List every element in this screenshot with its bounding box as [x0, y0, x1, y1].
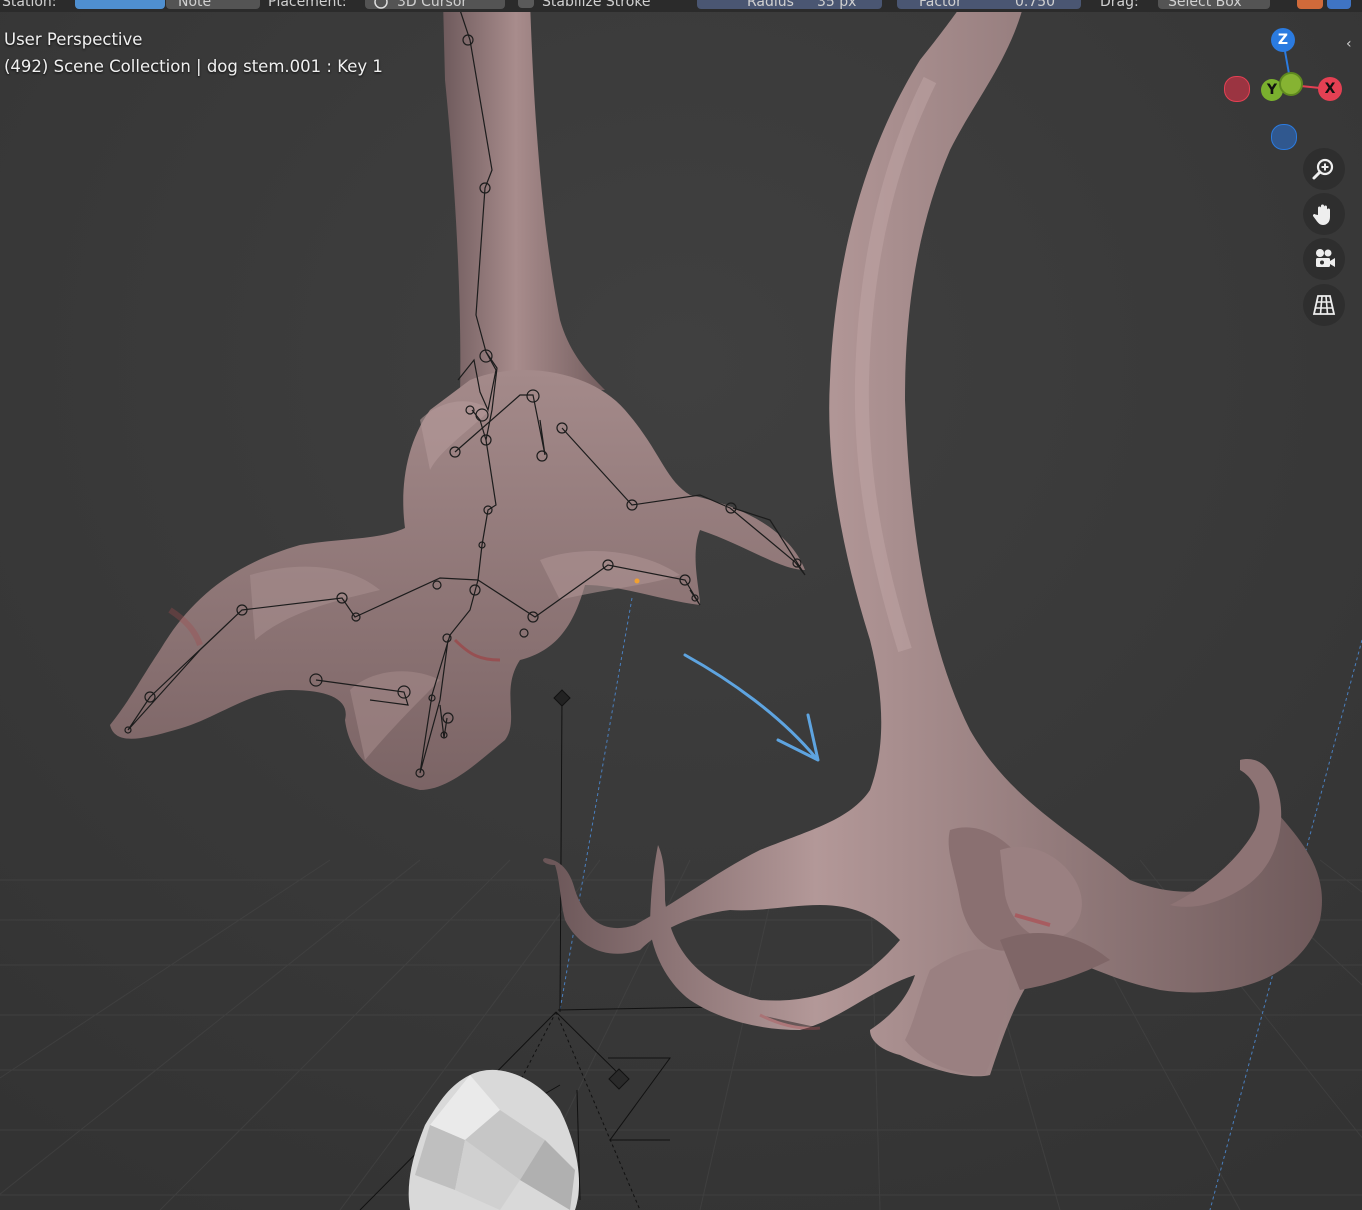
viewport-scene[interactable] [0, 0, 1362, 1210]
header-label-left: Station: [2, 0, 57, 10]
tool-header: Station: Note Placement: 3D Cursor Stabi… [0, 0, 1362, 12]
gizmo-neg-x-axis[interactable] [1224, 76, 1250, 102]
radius-label: Radius [747, 0, 794, 10]
ortho-toggle-button[interactable] [1303, 284, 1345, 326]
hand-pan-icon [1312, 204, 1330, 225]
viewport-info: User Perspective (492) Scene Collection … [4, 26, 383, 80]
factor-value: 0.750 [1015, 0, 1056, 10]
gizmo-x-label: X [1324, 81, 1336, 97]
overlay-color-icon[interactable] [1297, 0, 1323, 9]
selected-vertex[interactable] [634, 578, 640, 584]
3d-viewport[interactable]: Station: Note Placement: 3D Cursor Stabi… [0, 0, 1362, 1210]
gizmo-z-axis[interactable]: Z [1271, 28, 1295, 52]
context-line: (492) Scene Collection | dog stem.001 : … [4, 57, 383, 76]
cursor-3d-icon [374, 0, 388, 9]
drag-label: Drag: [1100, 0, 1139, 10]
pan-button[interactable] [1303, 193, 1345, 235]
drag-dropdown[interactable]: Select Box [1158, 0, 1270, 9]
factor-slider[interactable]: Factor 0.750 [897, 0, 1081, 9]
gizmo-y-label: Y [1266, 82, 1278, 98]
gizmo-center-ball[interactable] [1279, 72, 1303, 96]
drag-value: Select Box [1168, 0, 1242, 10]
gizmo-neg-z-axis[interactable] [1271, 124, 1297, 150]
placement-dropdown[interactable]: 3D Cursor [365, 0, 505, 9]
camera-icon [1316, 249, 1335, 267]
factor-label: Factor [919, 0, 962, 10]
stabilize-label: Stabilize Stroke [542, 0, 651, 10]
view-name: User Perspective [4, 30, 143, 49]
zoom-icon [1312, 158, 1334, 180]
placement-value: 3D Cursor [397, 0, 468, 10]
gizmo-z-label: Z [1277, 32, 1289, 48]
radius-slider[interactable]: Radius 35 px [697, 0, 882, 9]
gizmo-x-axis[interactable]: X [1318, 77, 1342, 101]
camera-view-button[interactable] [1303, 238, 1345, 280]
ortho-grid-icon [1312, 295, 1336, 315]
radius-value: 35 px [817, 0, 857, 10]
stabilize-checkbox[interactable] [518, 0, 534, 8]
mode-value: Note [178, 0, 212, 10]
mode-toggle-active[interactable] [75, 0, 165, 9]
overlay-toggle-icon[interactable] [1327, 0, 1351, 9]
mode-dropdown[interactable]: Note [166, 0, 260, 9]
zoom-button[interactable] [1303, 148, 1345, 190]
placement-label: Placement: [268, 0, 347, 10]
